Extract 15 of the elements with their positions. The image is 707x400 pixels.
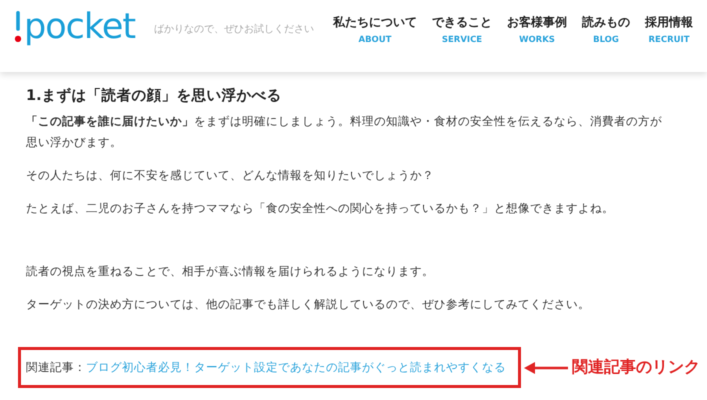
arrow-icon	[524, 362, 568, 374]
nav-link[interactable]: お客様事例 WORKS	[507, 14, 567, 45]
annotation-label: 関連記事のリンク	[572, 357, 700, 378]
paragraph: ターゲットの決め方については、他の記事でも詳しく解説しているので、ぜひ参考にしてみてください。	[26, 296, 591, 313]
paragraph: 読者の視点を重ねることで、相手が喜ぶ情報を届けられるようになります。	[26, 263, 435, 280]
nav-link[interactable]: 私たちについて ABOUT	[333, 14, 417, 45]
paragraph: その人たちは、何に不安を感じていて、どんな情報を知りたいでしょうか？	[26, 167, 435, 184]
article-heading: 1.まずは「読者の顔」を思い浮かべる	[26, 86, 283, 105]
background-text: ばかりなので、ぜひお試しください	[154, 22, 314, 36]
nav-link[interactable]: 採用情報 RECRUIT	[645, 14, 693, 45]
paragraph: たとえば、二児のお子さんを持つママなら「食の安全性への関心を持っているかも？」と想像できますよね。	[26, 200, 615, 217]
paragraph: 「この記事を誰に届けたいか」をまずは明確にしましょう。料理の知識や・食材の安全性を伝えるなら、消費者の方が思い浮かびます。	[26, 113, 663, 151]
related-label: 関連記事：	[26, 360, 86, 374]
nav-link[interactable]: できること SERVICE	[432, 14, 492, 45]
nav-link[interactable]: 読みもの BLOG	[582, 14, 630, 45]
